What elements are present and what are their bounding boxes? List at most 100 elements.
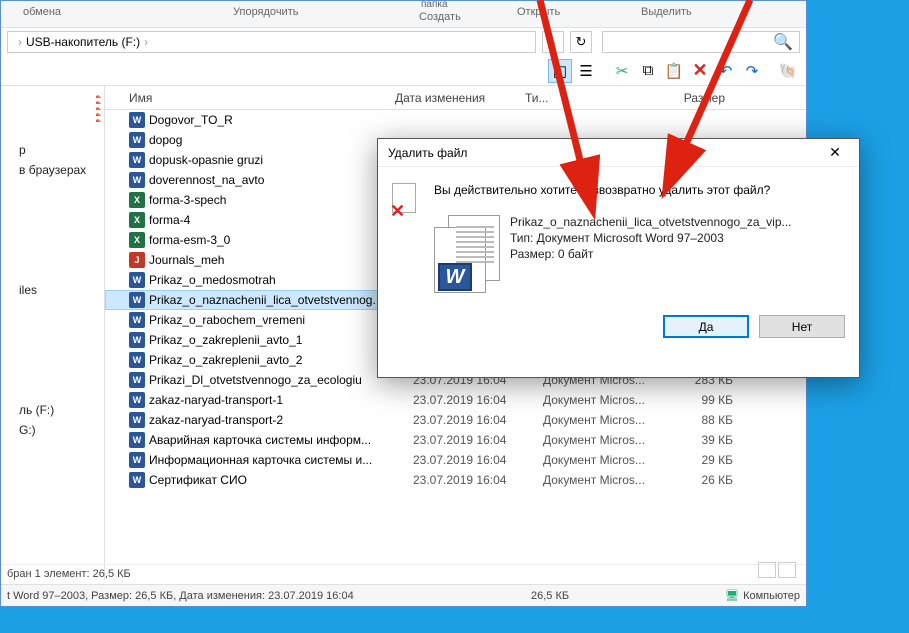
dialog-content: Вы действительно хотите безвозвратно уда… xyxy=(434,183,845,295)
table-row[interactable]: Wzakaz-naryad-transport-223.07.2019 16:0… xyxy=(105,410,806,430)
file-name: Prikaz_o_zakreplenii_avto_2 xyxy=(149,353,413,367)
redo-icon[interactable]: ↷ xyxy=(740,59,764,83)
paste-icon[interactable]: 📋 xyxy=(662,59,686,83)
dialog-titlebar: Удалить файл ✕ xyxy=(378,139,859,167)
sidebar-item[interactable]: G:) xyxy=(1,420,104,440)
cut-icon[interactable]: ✂ xyxy=(610,59,634,83)
file-type: Документ Micros... xyxy=(543,453,663,467)
address-history-dropdown[interactable]: ⌄ xyxy=(542,31,564,53)
dialog-filetype: Тип: Документ Microsoft Word 97–2003 xyxy=(510,231,792,245)
file-type-icon: W xyxy=(129,272,145,288)
toolbar: ◫ ☰ ✂ ⧉ 📋 ✕ ↶ ↷ 🐚 xyxy=(1,56,806,86)
file-name: zakaz-naryad-transport-1 xyxy=(149,393,413,407)
sidebar-item[interactable]: iles xyxy=(1,280,104,300)
sidebar-item[interactable]: в браузерах xyxy=(1,160,104,180)
table-row[interactable]: WСертификат СИО23.07.2019 16:04Документ … xyxy=(105,470,806,490)
chevron-right-icon: › xyxy=(144,35,148,49)
file-size: 99 КБ xyxy=(663,393,733,407)
sidebar-item[interactable]: ль (F:) xyxy=(1,400,104,420)
dialog-title: Удалить файл xyxy=(388,146,467,160)
col-header-name[interactable]: Имя xyxy=(105,91,395,105)
word-document-icon: W xyxy=(434,215,500,295)
table-row[interactable]: WИнформационная карточка системы и...23.… xyxy=(105,450,806,470)
no-button[interactable]: Нет xyxy=(759,315,845,338)
dialog-buttons: Да Нет xyxy=(378,305,859,352)
file-date: 23.07.2019 16:04 xyxy=(413,413,543,427)
file-size: 26 КБ xyxy=(663,473,733,487)
dialog-question: Вы действительно хотите безвозвратно уда… xyxy=(434,183,845,197)
delete-confirm-dialog: Удалить файл ✕ ✕ Вы действительно хотите… xyxy=(377,138,860,378)
file-name: dopog xyxy=(149,133,413,147)
search-input[interactable]: 🔍 xyxy=(602,31,800,53)
delete-file-icon: ✕ xyxy=(392,183,420,219)
col-header-size[interactable]: Размер xyxy=(645,91,725,105)
file-date: 23.07.2019 16:04 xyxy=(413,433,543,447)
file-name: Prikaz_o_medosmotrah xyxy=(149,273,413,287)
copy-icon[interactable]: ⧉ xyxy=(636,59,660,83)
file-name: zakaz-naryad-transport-2 xyxy=(149,413,413,427)
sidebar: 📌 📌 📌 📌 📌 р в браузерах iles ль (F:) G:) xyxy=(1,86,105,580)
file-type-icon: W xyxy=(129,432,145,448)
delete-x-icon[interactable]: ✕ xyxy=(688,59,712,83)
status-location: 🖥 Компьютер xyxy=(725,589,800,602)
file-type-icon: W xyxy=(129,352,145,368)
address-path: USB-накопитель (F:) xyxy=(26,35,140,49)
shell-icon[interactable]: 🐚 xyxy=(776,59,800,83)
column-headers: Имя Дата изменения Ти... Размер xyxy=(105,86,806,110)
status-left: t Word 97–2003, Размер: 26,5 КБ, Дата из… xyxy=(7,590,354,602)
address-input[interactable]: › USB-накопитель (F:) › xyxy=(7,31,536,53)
ribbon: обмена Упорядочить папка Создать Открыть… xyxy=(1,1,806,28)
dialog-filesize: Размер: 0 байт xyxy=(510,247,792,261)
refresh-icon[interactable]: ↻ xyxy=(570,31,592,53)
file-name: doverennost_na_avto xyxy=(149,173,413,187)
status-bar: t Word 97–2003, Размер: 26,5 КБ, Дата из… xyxy=(1,584,806,606)
file-type-icon: J xyxy=(129,252,145,268)
file-name: Сертификат СИО xyxy=(149,473,413,487)
table-row[interactable]: Wzakaz-naryad-transport-123.07.2019 16:0… xyxy=(105,390,806,410)
pin-icon: 📌 xyxy=(90,120,102,122)
ribbon-folder-sub: папка xyxy=(421,0,448,10)
file-type-icon: W xyxy=(129,152,145,168)
file-name: Prikazi_Dl_otvetstvennogo_za_ecologiu xyxy=(149,373,413,387)
sidebar-item[interactable]: 📌 xyxy=(1,116,104,122)
file-name: forma-esm-3_0 xyxy=(149,233,413,247)
file-type-icon: X xyxy=(129,192,145,208)
view-split-icon[interactable]: ◫ xyxy=(548,59,572,83)
file-name: Prikaz_o_naznachenii_lica_otvetstvennog.… xyxy=(149,293,413,307)
file-name: Аварийная карточка системы информ... xyxy=(149,433,413,447)
ribbon-group-open: Открыть xyxy=(517,6,560,18)
col-header-date[interactable]: Дата изменения xyxy=(395,91,525,105)
file-name: forma-4 xyxy=(149,213,413,227)
ribbon-group-organize: Упорядочить xyxy=(233,6,298,18)
yes-button[interactable]: Да xyxy=(663,315,749,338)
file-name: Dogovor_TO_R xyxy=(149,113,413,127)
table-row[interactable]: WDogovor_TO_R xyxy=(105,110,806,130)
file-type-icon: W xyxy=(129,412,145,428)
ribbon-group-clipboard: обмена xyxy=(23,6,61,18)
ribbon-group-create: Создать xyxy=(419,11,461,23)
close-icon[interactable]: ✕ xyxy=(815,141,855,165)
file-type-icon: X xyxy=(129,232,145,248)
col-header-type[interactable]: Ти... xyxy=(525,91,645,105)
view-details-icon[interactable] xyxy=(758,562,776,578)
view-options xyxy=(758,562,796,578)
sidebar-item[interactable]: р xyxy=(1,140,104,160)
file-type-icon: W xyxy=(129,132,145,148)
file-date: 23.07.2019 16:04 xyxy=(413,393,543,407)
table-row[interactable]: W Аварийная карточка системы информ...23.… xyxy=(105,430,806,450)
file-type: Документ Micros... xyxy=(543,393,663,407)
view-list-icon[interactable]: ☰ xyxy=(574,59,598,83)
dialog-body: ✕ Вы действительно хотите безвозвратно у… xyxy=(378,167,859,305)
address-bar: › USB-накопитель (F:) › ⌄ ↻ 🔍 xyxy=(1,28,806,56)
dialog-file-info: W Prikaz_o_naznachenii_lica_otvetstvenno… xyxy=(434,215,845,295)
file-name: Информационная карточка системы и... xyxy=(149,453,413,467)
file-type-icon: W xyxy=(129,312,145,328)
selection-info: бран 1 элемент: 26,5 КБ xyxy=(1,564,806,584)
file-type: Документ Micros... xyxy=(543,473,663,487)
file-name: forma-3-spech xyxy=(149,193,413,207)
view-large-icon[interactable] xyxy=(778,562,796,578)
file-type-icon: W xyxy=(129,392,145,408)
file-date: 23.07.2019 16:04 xyxy=(413,453,543,467)
undo-icon[interactable]: ↶ xyxy=(714,59,738,83)
file-type-icon: W xyxy=(129,472,145,488)
